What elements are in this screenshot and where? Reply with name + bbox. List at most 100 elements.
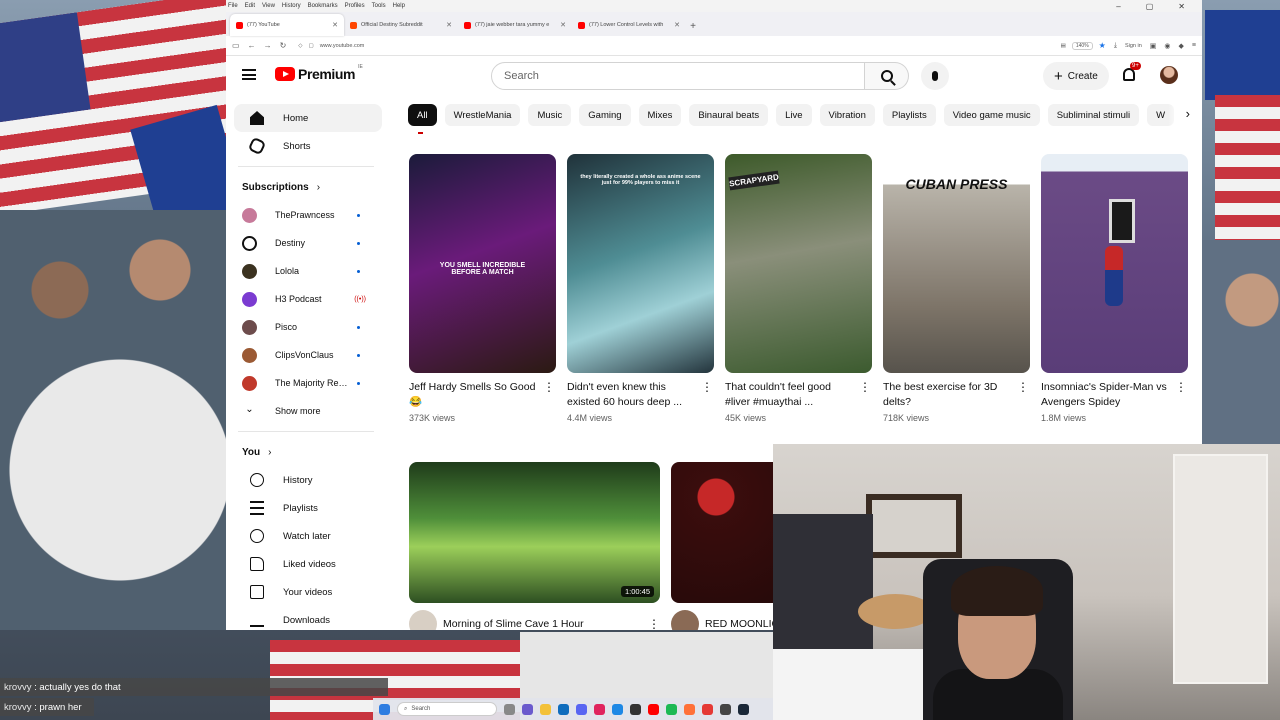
app-icon[interactable] [720, 703, 731, 715]
chip-subliminal-stimuli[interactable]: Subliminal stimuli [1047, 104, 1140, 126]
announcements-icon[interactable]: ◆ [1179, 42, 1184, 50]
menu-edit[interactable]: Edit [245, 3, 255, 9]
subscriptions-heading[interactable]: Subscriptions › [226, 173, 386, 201]
task-view-icon[interactable] [504, 703, 515, 715]
subscription-item[interactable]: Lolola [226, 257, 386, 285]
short-title[interactable]: Insomniac's Spider-Man vs Avengers Spide… [1041, 380, 1174, 410]
chip-playlists[interactable]: Playlists [882, 104, 936, 126]
chip-live[interactable]: Live [776, 104, 812, 126]
youtube-icon[interactable] [648, 703, 659, 715]
extensions-icon[interactable]: ▣ [1150, 42, 1157, 50]
close-window-icon[interactable]: ✕ [1178, 2, 1185, 11]
shield-extension-icon[interactable]: ◉ [1164, 42, 1170, 50]
subscription-item[interactable]: ClipsVonClaus [226, 341, 386, 369]
firefox-icon[interactable] [684, 703, 695, 715]
zoom-level[interactable]: 140% [1071, 41, 1093, 50]
sidebar-item-your-videos[interactable]: Your videos [234, 578, 382, 606]
chip-gaming[interactable]: Gaming [579, 104, 631, 126]
file-explorer-icon[interactable] [540, 703, 551, 715]
tab-youtube-video[interactable]: (77) Lower Control Levels with ✕ [572, 14, 686, 36]
short-card[interactable]: YOU SMELL INCREDIBLE BEFORE A MATCH Jeff… [409, 154, 556, 423]
sidebar-item-playlists[interactable]: Playlists [234, 494, 382, 522]
search-input[interactable]: Search [491, 62, 865, 90]
close-tab-icon[interactable]: ✕ [332, 21, 338, 29]
youtube-premium-logo[interactable]: Premium IE [275, 64, 363, 82]
short-thumbnail[interactable]: YOU SMELL INCREDIBLE BEFORE A MATCH [409, 154, 556, 373]
short-title[interactable]: The best exercise for 3D delts? [883, 380, 1016, 410]
close-tab-icon[interactable]: ✕ [446, 21, 452, 29]
maximize-icon[interactable]: ▢ [1146, 2, 1154, 11]
create-button[interactable]: + Create [1043, 62, 1109, 90]
short-card[interactable]: SCRAPYARD That couldn't feel good #liver… [725, 154, 872, 423]
discord-icon[interactable] [576, 703, 587, 715]
more-actions-icon[interactable]: ⋮ [700, 380, 714, 410]
hamburger-menu-icon[interactable] [242, 69, 256, 80]
search-button[interactable] [865, 62, 909, 90]
menu-file[interactable]: File [228, 3, 238, 9]
chip-all[interactable]: All [408, 104, 437, 126]
menu-tools[interactable]: Tools [372, 3, 386, 9]
short-thumbnail[interactable]: SCRAPYARD [725, 154, 872, 373]
voice-search-button[interactable] [921, 62, 949, 90]
steam-icon[interactable] [738, 703, 749, 715]
edge-icon[interactable] [612, 703, 623, 715]
chip-wrestlemania[interactable]: WrestleMania [444, 104, 521, 126]
video-card[interactable]: 1:00:45 Morning of Slime Cave 1 Hour ⋮ [409, 462, 660, 630]
sign-in-button[interactable]: Sign in [1125, 43, 1142, 49]
account-avatar[interactable] [1160, 66, 1178, 84]
back-icon[interactable]: ← [248, 41, 256, 50]
subscription-item[interactable]: The Majority Rep... [226, 369, 386, 397]
downloads-icon[interactable]: ⤓ [1114, 42, 1117, 50]
short-thumbnail[interactable]: CUBAN PRESS [883, 154, 1030, 373]
tab-youtube-video[interactable]: (77) jaie webber tara yummy e ✕ [458, 14, 572, 36]
menu-help[interactable]: Help [393, 3, 405, 9]
reader-view-icon[interactable]: ▤ [1061, 43, 1066, 49]
address-bar[interactable]: ◇ ▢ www.youtube.com ▤ 140% ★ [294, 38, 1106, 54]
bookmark-star-icon[interactable]: ★ [1099, 41, 1106, 50]
subscription-item[interactable]: ThePrawncess [226, 201, 386, 229]
short-thumbnail[interactable] [1041, 154, 1188, 373]
tab-youtube[interactable]: (77) YouTube ✕ [230, 14, 344, 36]
close-tab-icon[interactable]: ✕ [560, 21, 566, 29]
chip-binaural-beats[interactable]: Binaural beats [689, 104, 769, 126]
chevron-right-icon[interactable]: › [1168, 104, 1202, 126]
short-title[interactable]: That couldn't feel good #liver #muaythai… [725, 380, 858, 410]
more-actions-icon[interactable]: ⋮ [648, 617, 660, 630]
short-card[interactable]: CUBAN PRESS The best exercise for 3D del… [883, 154, 1030, 423]
more-actions-icon[interactable]: ⋮ [542, 380, 556, 410]
forward-icon[interactable]: → [264, 41, 272, 50]
short-title[interactable]: Didn't even knew this existed 60 hours d… [567, 380, 700, 410]
short-card[interactable]: they literally created a whole ass anime… [567, 154, 714, 423]
new-tab-icon[interactable]: + [686, 21, 700, 32]
short-title[interactable]: Jeff Hardy Smells So Good 😂 [409, 380, 542, 410]
subscription-item[interactable]: Pisco [226, 313, 386, 341]
you-heading[interactable]: You › [226, 438, 386, 466]
reload-icon[interactable]: ↻ [280, 41, 287, 50]
chip-mixes[interactable]: Mixes [638, 104, 682, 126]
sidebar-item-downloads[interactable]: Downloads [234, 606, 382, 630]
show-more-button[interactable]: ⌄ Show more [226, 397, 386, 425]
more-actions-icon[interactable]: ⋮ [858, 380, 872, 410]
spotify-icon[interactable] [666, 703, 677, 715]
app-icon[interactable] [594, 703, 605, 715]
chip-music[interactable]: Music [528, 104, 572, 126]
sidebar-toggle-icon[interactable]: ▭ [232, 41, 240, 50]
video-thumbnail[interactable]: 1:00:45 [409, 462, 660, 603]
sidebar-item-shorts[interactable]: Shorts [234, 132, 382, 160]
menu-bookmarks[interactable]: Bookmarks [308, 3, 338, 9]
more-actions-icon[interactable]: ⋮ [1174, 380, 1188, 410]
menu-icon[interactable]: ≡ [1192, 42, 1196, 49]
channel-avatar[interactable] [409, 610, 437, 630]
sidebar-item-history[interactable]: History [234, 466, 382, 494]
close-tab-icon[interactable]: ✕ [674, 21, 680, 29]
windows-start-icon[interactable] [379, 703, 390, 715]
sidebar-item-watch-later[interactable]: Watch later [234, 522, 382, 550]
taskbar-search[interactable]: ⌕ Search [397, 702, 497, 716]
chip-vibration[interactable]: Vibration [819, 104, 875, 126]
copilot-icon[interactable] [522, 703, 533, 715]
app-icon[interactable] [630, 703, 641, 715]
app-icon[interactable] [702, 703, 713, 715]
app-icon[interactable] [558, 703, 569, 715]
menu-view[interactable]: View [262, 3, 275, 9]
more-actions-icon[interactable]: ⋮ [1016, 380, 1030, 410]
